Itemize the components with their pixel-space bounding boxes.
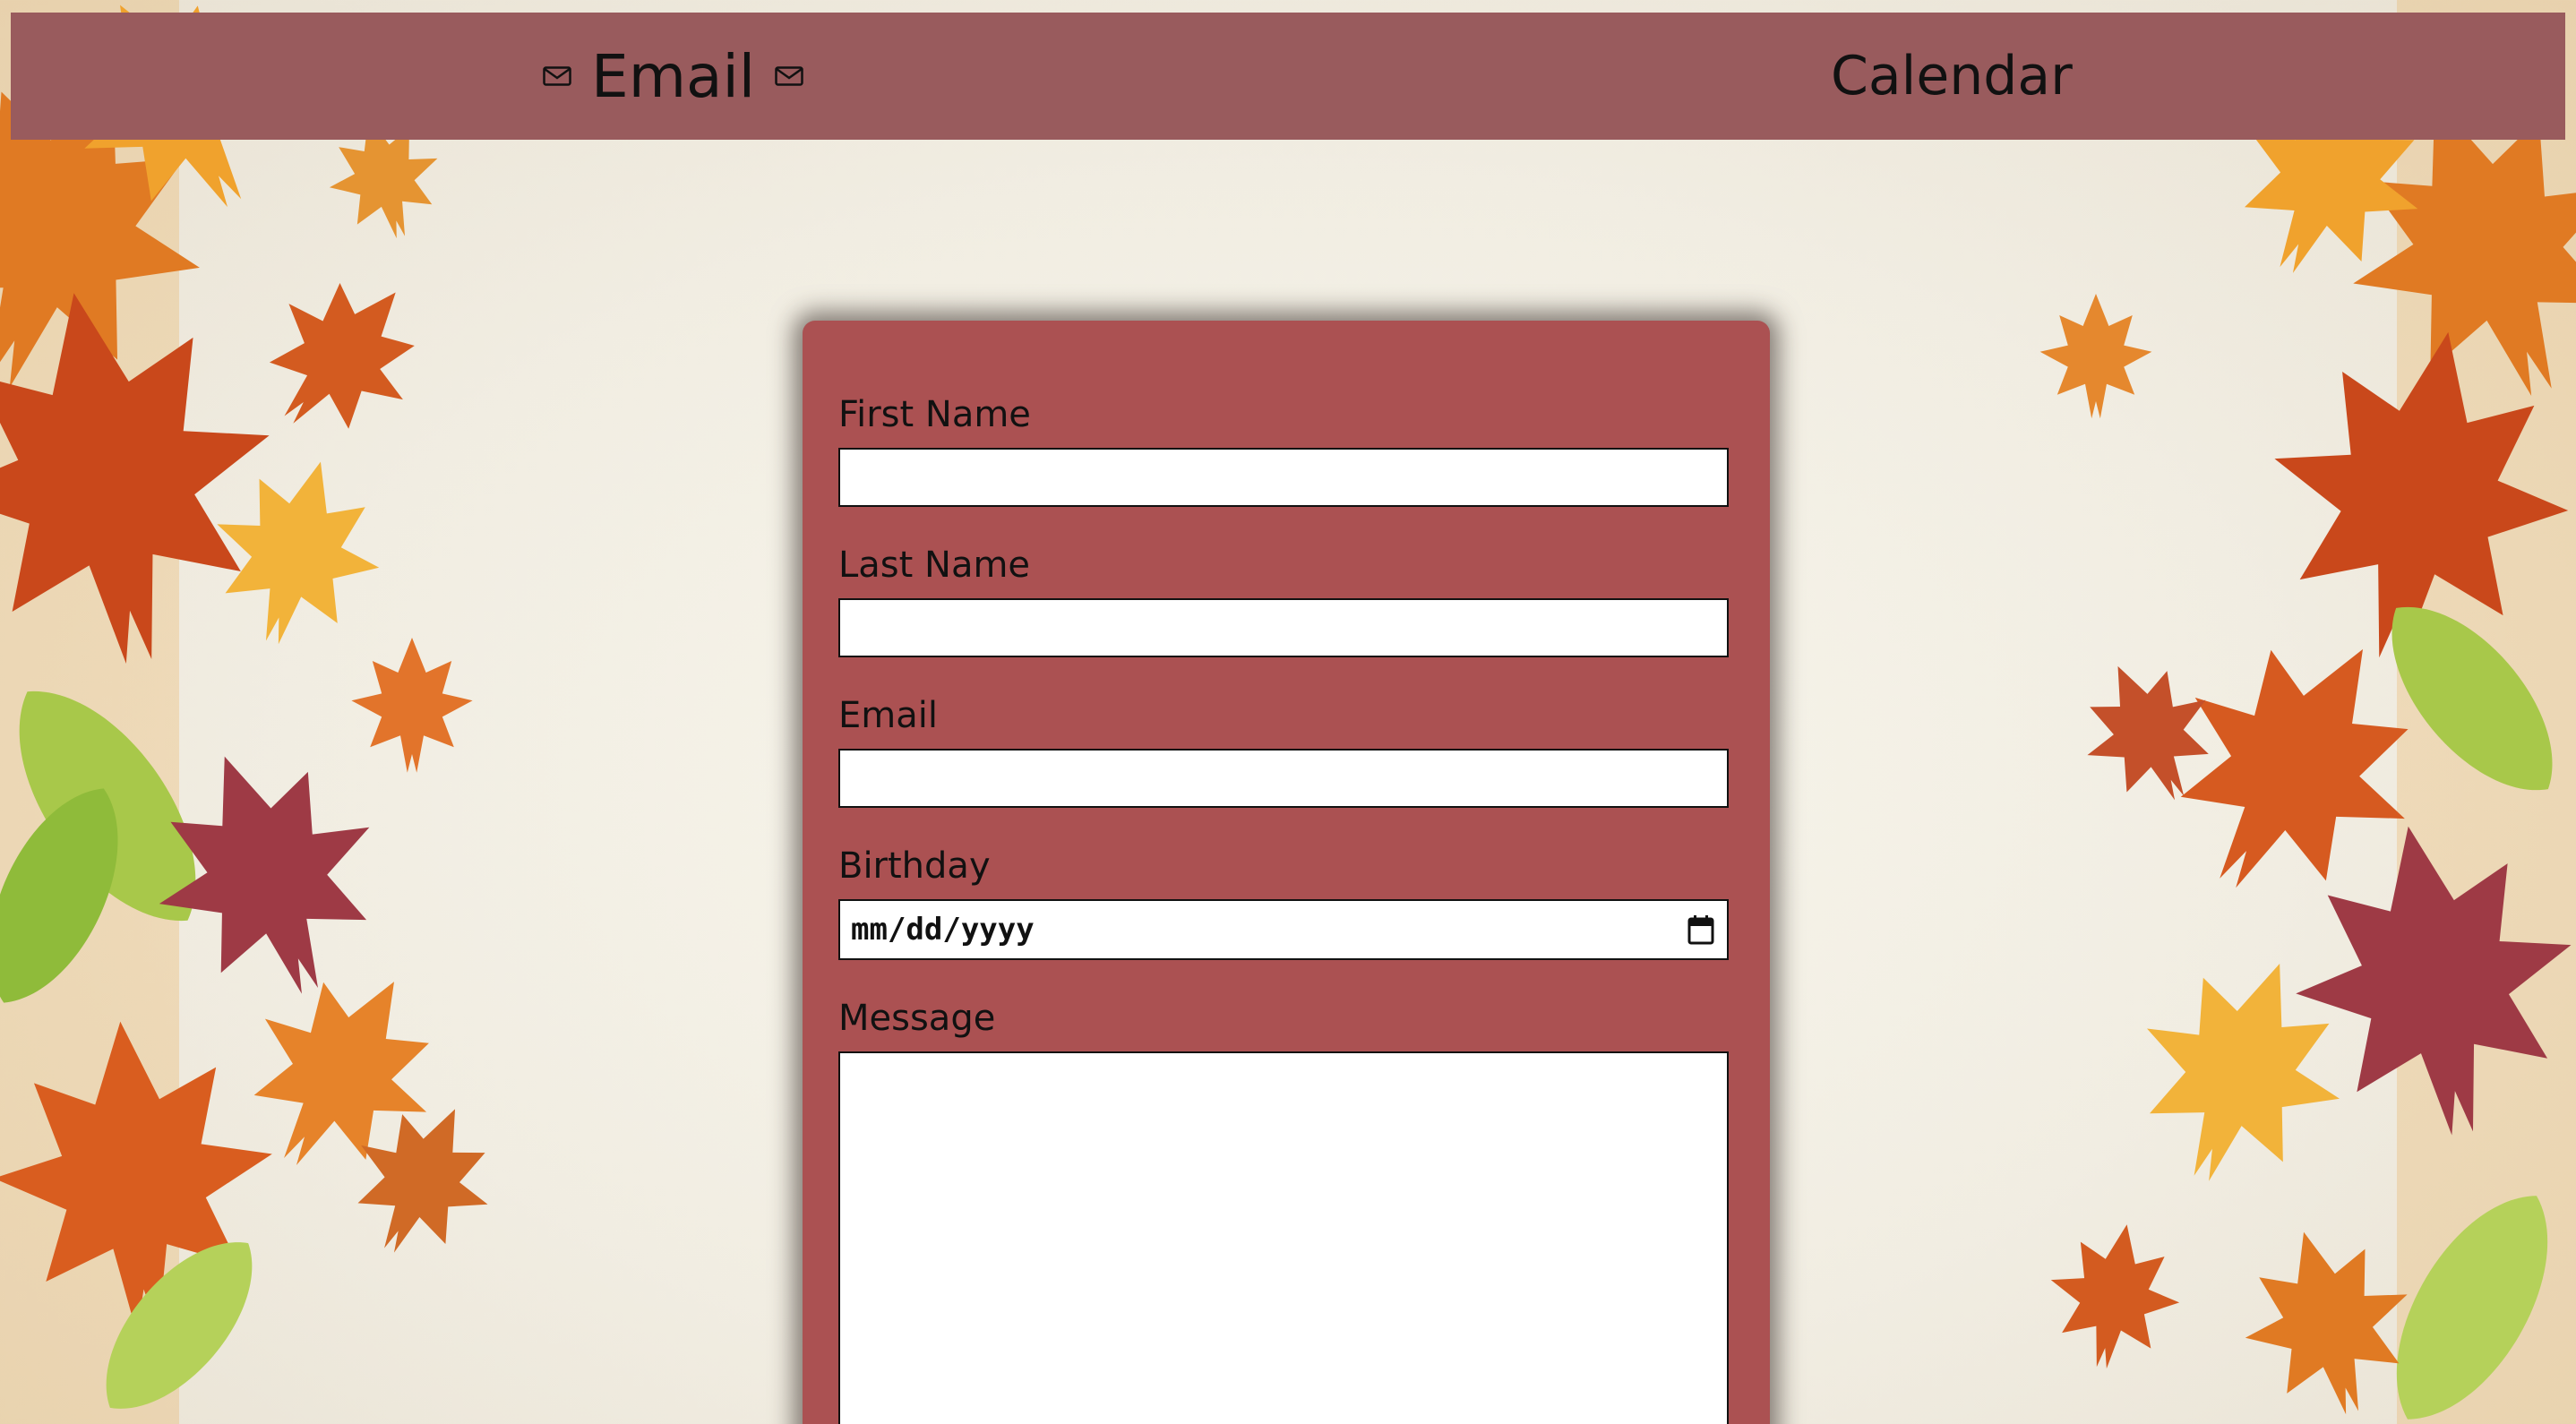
last-name-input[interactable] [838,598,1729,657]
first-name-input[interactable] [838,448,1729,507]
nav-email-label: Email [591,41,756,111]
nav-link-email[interactable]: Email [543,13,803,140]
birthday-label: Birthday [838,845,991,887]
birthday-date-input[interactable]: mm/dd/yyyy [838,899,1729,960]
calendar-icon[interactable] [1687,914,1714,945]
right-leaf-cluster [2037,0,2576,1424]
envelope-icon [775,66,803,86]
email-input[interactable] [838,749,1729,808]
first-name-label: First Name [838,394,1031,435]
contact-form: First Name Last Name Email Birthday mm/d… [803,321,1770,1424]
nav-calendar-label: Calendar [1831,45,2073,107]
birthday-placeholder: mm/dd/yyyy [851,912,1035,948]
email-label: Email [838,695,938,736]
message-label: Message [838,998,996,1039]
left-leaf-cluster [0,0,519,1424]
message-textarea[interactable] [838,1051,1729,1424]
envelope-icon [543,66,571,86]
nav-link-calendar[interactable]: Calendar [1831,13,2073,140]
last-name-label: Last Name [838,545,1031,586]
top-navbar: Email Calendar [11,13,2565,140]
